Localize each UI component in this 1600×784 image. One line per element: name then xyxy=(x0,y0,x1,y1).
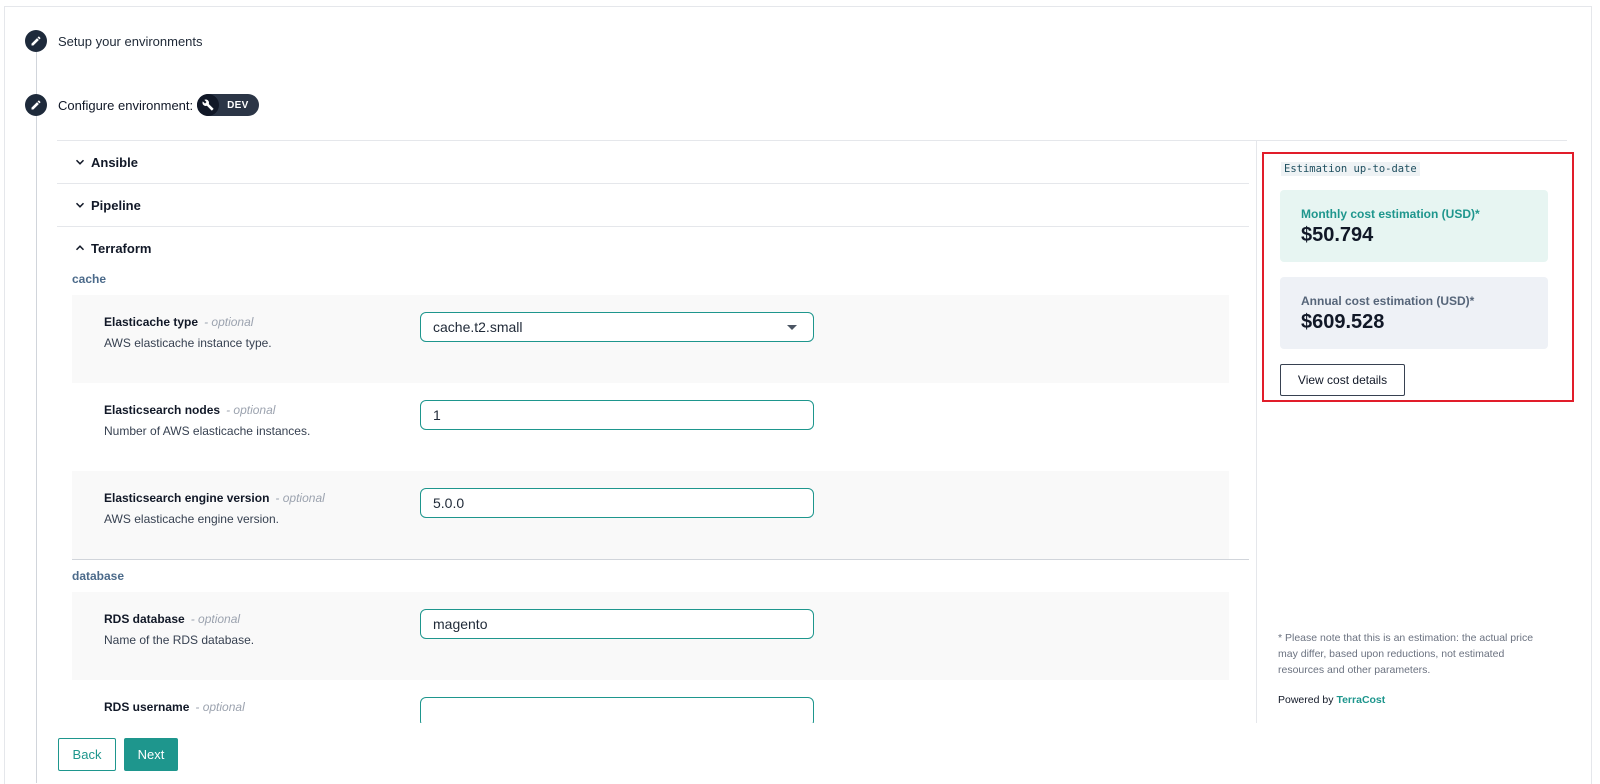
section-divider xyxy=(72,559,1249,560)
input-value: 1 xyxy=(433,407,441,423)
pencil-icon xyxy=(25,94,47,116)
field-description: AWS elasticache engine version. xyxy=(104,512,279,526)
accordion-title: Ansible xyxy=(91,154,138,170)
group-title-database: database xyxy=(72,569,125,583)
field-elasticsearch-engine-version: Elasticsearch engine version - optional A… xyxy=(72,471,1229,559)
field-name: Elasticache type xyxy=(104,315,199,329)
step-setup-environments[interactable]: Setup your environments xyxy=(25,30,203,52)
wrench-icon xyxy=(197,94,220,116)
dropdown-caret-icon xyxy=(787,325,797,330)
field-description: Name of the RDS database. xyxy=(104,633,255,647)
sidebar-divider xyxy=(1256,141,1257,723)
chevron-up-icon xyxy=(75,245,85,251)
estimation-disclaimer: * Please note that this is an estimation… xyxy=(1278,632,1534,676)
accordion-title: Terraform xyxy=(91,240,152,256)
back-button[interactable]: Back xyxy=(58,738,116,771)
field-description: AWS elasticache instance type. xyxy=(104,336,272,350)
accordion-title: Pipeline xyxy=(91,197,141,213)
group-title-cache: cache xyxy=(72,272,107,286)
cost-estimation-panel: Estimation up-to-date Monthly cost estim… xyxy=(1262,152,1574,402)
chevron-down-icon xyxy=(75,202,85,208)
annual-cost-label: Annual cost estimation (USD)* xyxy=(1301,294,1475,308)
configuration-pane[interactable]: Ansible Pipeline Terraform cache Elastic… xyxy=(57,141,1249,723)
select-value: cache.t2.small xyxy=(433,319,523,335)
field-optional-tag: - optional xyxy=(204,315,254,329)
accordion-pipeline[interactable]: Pipeline xyxy=(57,184,1249,227)
field-rds-username: RDS username - optional xyxy=(72,680,1229,723)
elasticache-type-select[interactable]: cache.t2.small xyxy=(420,312,814,342)
environment-badge-label: DEV xyxy=(227,99,249,111)
annual-cost-value: $609.528 xyxy=(1301,311,1385,333)
monthly-cost-label: Monthly cost estimation (USD)* xyxy=(1301,207,1480,221)
estimation-status-badge: Estimation up-to-date xyxy=(1281,162,1420,176)
step-label: Setup your environments xyxy=(58,33,203,49)
field-optional-tag: - optional xyxy=(226,403,276,417)
elasticsearch-nodes-input[interactable]: 1 xyxy=(420,400,814,430)
input-value: magento xyxy=(433,616,488,632)
field-rds-database: RDS database - optional Name of the RDS d… xyxy=(72,592,1229,680)
stepper-line xyxy=(36,52,37,783)
accordion-terraform[interactable]: Terraform xyxy=(57,227,1249,269)
chevron-down-icon xyxy=(75,159,85,165)
pencil-icon xyxy=(25,30,47,52)
field-name: RDS database xyxy=(104,612,185,626)
field-description: Number of AWS elasticache instances. xyxy=(104,424,311,438)
monthly-cost-card: Monthly cost estimation (USD)* $50.794 xyxy=(1280,190,1548,262)
powered-by-prefix: Powered by xyxy=(1278,694,1334,706)
field-name: Elasticsearch nodes xyxy=(104,403,221,417)
elasticsearch-engine-version-input[interactable]: 5.0.0 xyxy=(420,488,814,518)
accordion-ansible[interactable]: Ansible xyxy=(57,141,1249,184)
field-optional-tag: - optional xyxy=(190,612,241,626)
rds-username-input[interactable] xyxy=(420,697,814,723)
monthly-cost-value: $50.794 xyxy=(1301,224,1374,246)
view-cost-details-button[interactable]: View cost details xyxy=(1280,364,1405,396)
field-elasticsearch-nodes: Elasticsearch nodes - optional Number of … xyxy=(72,383,1229,471)
rds-database-input[interactable]: magento xyxy=(420,609,814,639)
next-button[interactable]: Next xyxy=(124,738,178,771)
environment-badge: DEV xyxy=(197,94,259,116)
field-elasticache-type: Elasticache type - optional AWS elasticac… xyxy=(72,295,1229,383)
field-name: RDS username xyxy=(104,700,190,714)
field-optional-tag: - optional xyxy=(275,491,325,505)
terracost-link[interactable]: TerraCost xyxy=(1336,694,1385,706)
step-configure-environment[interactable]: Configure environment: DEV xyxy=(25,94,259,116)
step-label: Configure environment: xyxy=(58,97,194,113)
input-value: 5.0.0 xyxy=(433,495,465,511)
field-name: Elasticsearch engine version xyxy=(104,491,270,505)
annual-cost-card: Annual cost estimation (USD)* $609.528 xyxy=(1280,277,1548,349)
field-optional-tag: - optional xyxy=(195,700,245,714)
powered-by: Powered by TerraCost xyxy=(1278,694,1385,706)
